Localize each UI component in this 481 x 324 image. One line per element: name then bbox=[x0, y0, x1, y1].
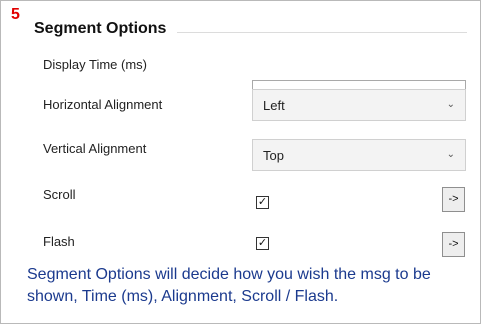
flash-checkbox[interactable]: ✓ bbox=[256, 237, 269, 250]
step-number: 5 bbox=[11, 6, 20, 23]
check-icon: ✓ bbox=[257, 237, 268, 249]
vertical-alignment-select[interactable]: Top ⌄ bbox=[252, 139, 466, 171]
explanatory-note: Segment Options will decide how you wish… bbox=[27, 266, 431, 305]
chevron-down-icon: ⌄ bbox=[446, 149, 455, 160]
section-divider bbox=[177, 32, 467, 33]
section-title: Segment Options bbox=[34, 20, 167, 37]
flash-options-button[interactable]: -> bbox=[442, 232, 465, 257]
scroll-label: Scroll bbox=[43, 187, 76, 202]
horizontal-alignment-select[interactable]: Left ⌄ bbox=[252, 89, 466, 121]
scroll-options-button[interactable]: -> bbox=[442, 187, 465, 212]
segment-options-panel: 5 Segment Options Display Time (ms) 20 H… bbox=[0, 0, 481, 324]
scroll-checkbox[interactable]: ✓ bbox=[256, 196, 269, 209]
horizontal-alignment-label: Horizontal Alignment bbox=[43, 97, 163, 112]
vertical-alignment-value: Top bbox=[263, 148, 284, 163]
horizontal-alignment-value: Left bbox=[263, 98, 285, 113]
vertical-alignment-label: Vertical Alignment bbox=[43, 141, 147, 156]
flash-label: Flash bbox=[43, 234, 75, 249]
check-icon: ✓ bbox=[257, 196, 268, 208]
chevron-down-icon: ⌄ bbox=[446, 99, 455, 110]
display-time-label: Display Time (ms) bbox=[43, 57, 148, 72]
